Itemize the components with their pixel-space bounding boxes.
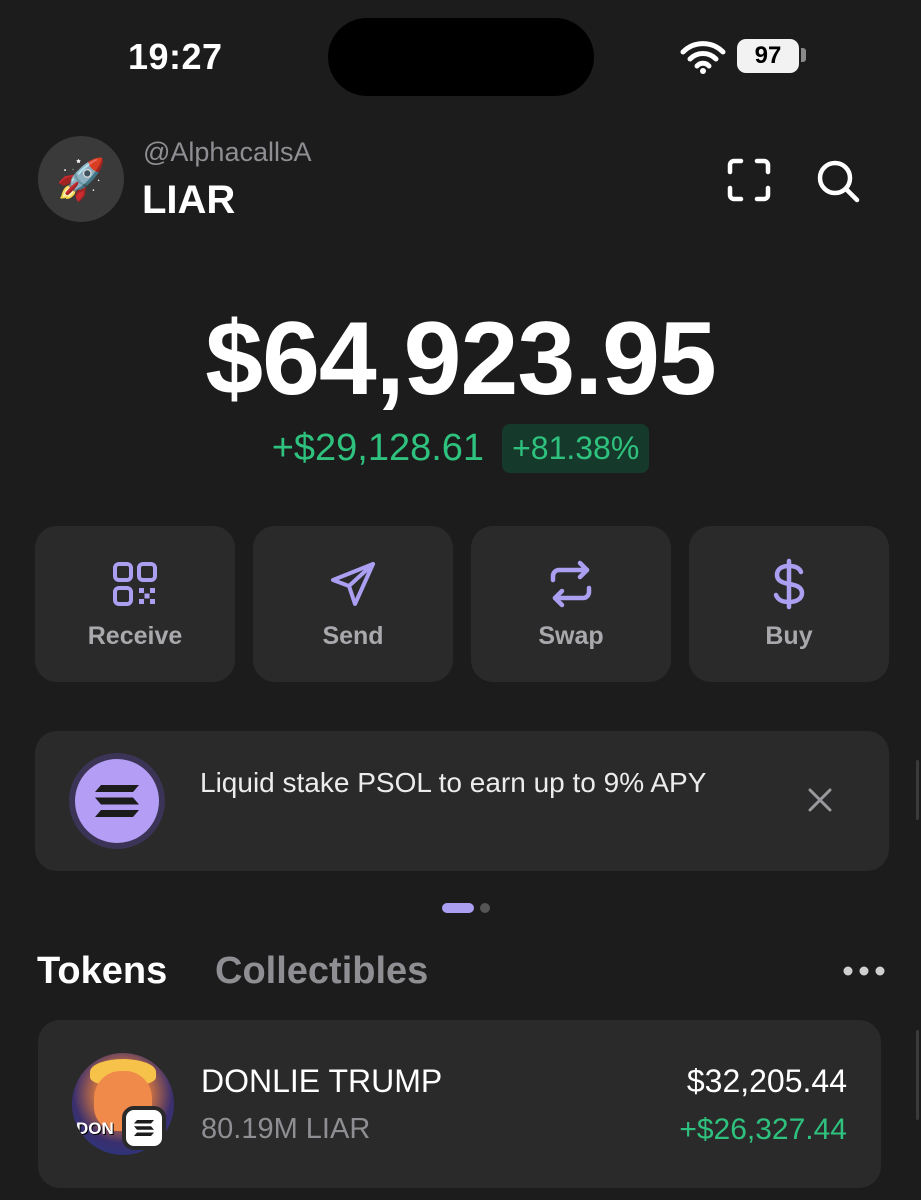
token-change: +$26,327.44 <box>679 1113 847 1146</box>
qr-code-icon <box>113 561 157 606</box>
side-edge-mark <box>916 1030 919 1120</box>
pager-dot[interactable] <box>479 903 490 913</box>
dollar-icon <box>773 558 805 609</box>
status-time: 19:27 <box>128 36 223 77</box>
buy-label: Buy <box>765 621 813 650</box>
wifi-icon <box>680 41 726 74</box>
side-edge-mark <box>916 760 919 820</box>
tab-tokens[interactable]: Tokens <box>37 950 167 993</box>
solana-icon <box>122 1106 166 1150</box>
battery-tip <box>801 48 806 62</box>
swap-label: Swap <box>538 621 604 650</box>
receive-button[interactable]: Receive <box>35 526 235 682</box>
token-image-text: DON <box>76 1119 114 1138</box>
account-handle: @AlphacallsA <box>143 137 312 167</box>
dynamic-island <box>328 18 594 96</box>
balance-change-amount: +$29,128.61 <box>271 427 485 469</box>
action-buttons: Receive Send Swap Buy <box>35 526 889 682</box>
receive-label: Receive <box>87 621 183 650</box>
solana-stripes-icon <box>95 785 139 817</box>
balance-change-percent-badge: +81.38% <box>502 424 650 473</box>
total-balance: $64,923.95 <box>205 301 717 417</box>
balance-change-row: +$29,128.61 +81.38% <box>0 424 921 473</box>
swap-button[interactable]: Swap <box>471 526 671 682</box>
battery-indicator: 97 <box>737 39 799 73</box>
send-button[interactable]: Send <box>253 526 453 682</box>
account-name[interactable]: LIAR <box>142 178 235 223</box>
account-avatar[interactable]: 🚀 <box>38 136 124 222</box>
token-value: $32,205.44 <box>686 1063 847 1099</box>
promo-banner[interactable]: Liquid stake PSOL to earn up to 9% APY <box>35 731 889 871</box>
token-amount: 80.19M LIAR <box>201 1113 371 1145</box>
status-bar: 19:27 97 <box>0 0 921 110</box>
more-options-icon[interactable] <box>842 963 886 979</box>
pager-dot-active[interactable] <box>441 903 474 913</box>
psol-logo-icon <box>69 753 165 849</box>
solana-badge-stripes-icon <box>134 1120 154 1136</box>
scan-icon[interactable] <box>726 157 772 203</box>
promo-text: Liquid stake PSOL to earn up to 9% APY <box>200 767 707 798</box>
token-name: DONLIE TRUMP <box>201 1063 443 1099</box>
search-icon[interactable] <box>815 158 861 204</box>
buy-button[interactable]: Buy <box>689 526 889 682</box>
close-icon[interactable] <box>803 783 837 817</box>
promo-pager[interactable] <box>0 903 921 913</box>
token-list-item[interactable]: DON DONLIE TRUMP 80.19M LIAR $32,205.44 … <box>38 1020 881 1188</box>
send-icon <box>331 561 375 606</box>
send-label: Send <box>322 621 384 650</box>
swap-icon <box>550 560 592 607</box>
rocket-icon: 🚀 <box>56 157 106 202</box>
tab-collectibles[interactable]: Collectibles <box>215 950 428 993</box>
